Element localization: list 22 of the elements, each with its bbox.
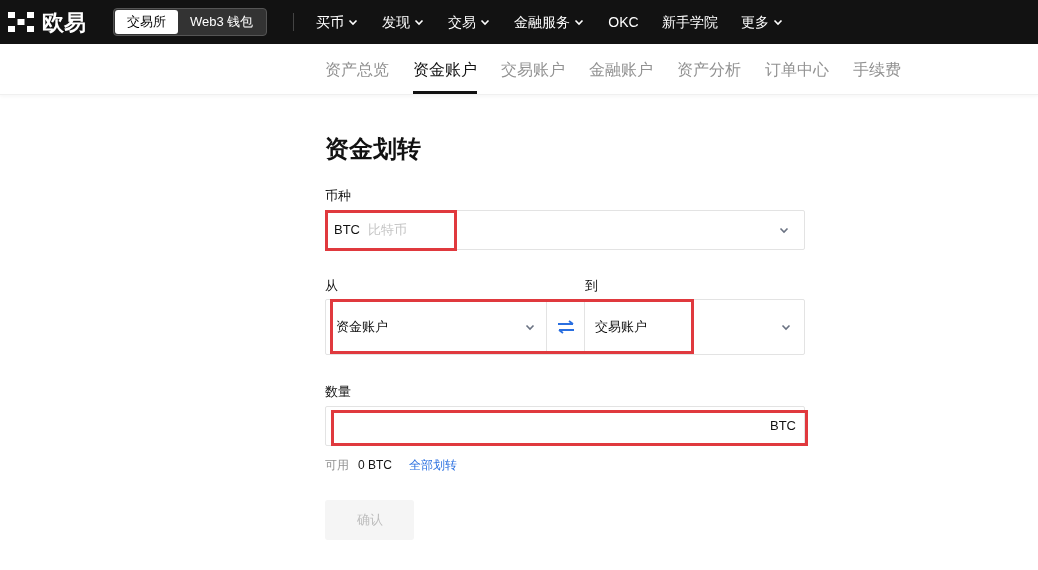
- account-tab[interactable]: 资金账户: [413, 44, 477, 94]
- nav-menu-item[interactable]: 更多: [740, 11, 784, 33]
- page-title: 资金划转: [325, 134, 422, 164]
- amount-field[interactable]: BTC: [325, 405, 805, 446]
- nav-menu-item[interactable]: 发现: [382, 11, 426, 33]
- coin-symbol: BTC: [334, 220, 360, 239]
- available-amount: 0 BTC: [358, 456, 392, 474]
- nav-menu-item[interactable]: 金融服务: [514, 11, 586, 33]
- logo-text: 欧易: [42, 8, 86, 37]
- mode-tab[interactable]: Web3 钱包: [178, 10, 266, 34]
- nav-menu-item[interactable]: 买币: [316, 11, 360, 33]
- field-label: 数量: [325, 383, 352, 401]
- field-label: 从: [325, 276, 339, 295]
- nav-menu-item[interactable]: 新手学院: [661, 11, 718, 33]
- mode-tab[interactable]: 交易所: [115, 10, 178, 34]
- logo-icon: [8, 12, 34, 32]
- nav-menu-item[interactable]: 交易: [448, 11, 492, 33]
- field-label: 到: [585, 276, 598, 295]
- field-label: 币种: [325, 187, 352, 205]
- available-label: 可用: [325, 456, 349, 474]
- nav-menu-item[interactable]: OKC: [608, 11, 639, 33]
- transfer-all-link[interactable]: 全部划转: [409, 455, 457, 474]
